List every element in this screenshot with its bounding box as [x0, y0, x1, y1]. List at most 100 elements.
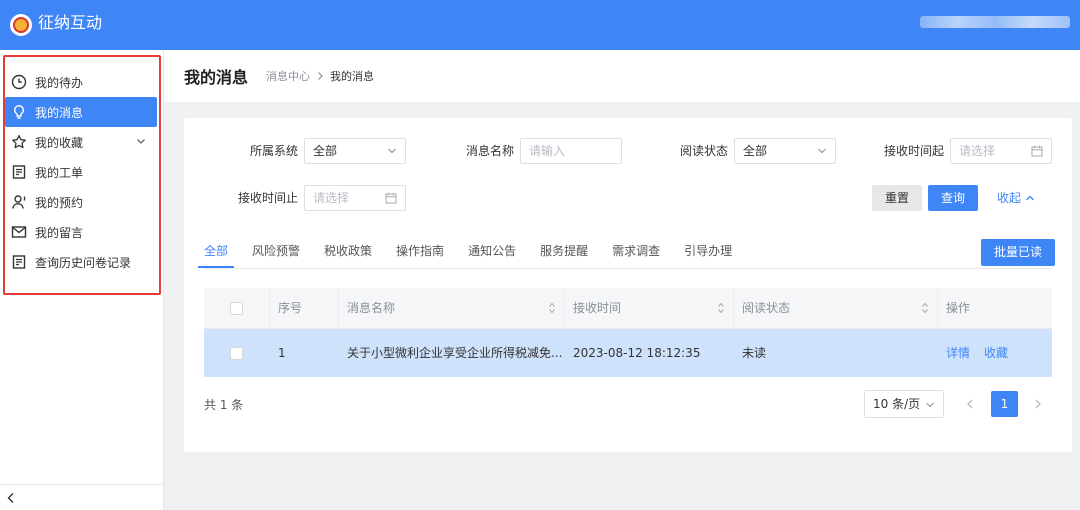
- col-time[interactable]: 接收时间: [565, 288, 734, 329]
- tab-all[interactable]: 全部: [197, 240, 235, 268]
- row-receive-time: 2023-08-12 18:12:35: [573, 346, 701, 360]
- breadcrumb-parent[interactable]: 消息中心: [266, 68, 310, 84]
- read-status-filter-label: 阅读状态: [679, 144, 728, 158]
- detail-link[interactable]: 详情: [946, 346, 970, 360]
- breadcrumb: 消息中心 我的消息: [266, 68, 374, 84]
- col-actions: 操作: [946, 301, 971, 315]
- sidebar-item-label: 我的预约: [35, 195, 84, 210]
- recv-start-placeholder: 请选择: [959, 144, 996, 158]
- table-row[interactable]: 1 关于小型微利企业享受企业所得税减免... 2023-08-12 18:12:…: [204, 329, 1052, 377]
- row-index: 1: [278, 346, 286, 360]
- col-name-label: 消息名称: [347, 301, 396, 315]
- sidebar-item-label: 我的待办: [35, 75, 84, 90]
- lightbulb-icon: [11, 104, 27, 120]
- sidebar-item-messages[interactable]: 我的消息: [5, 97, 157, 127]
- row-message-name: 关于小型微利企业享受企业所得税减免...: [347, 346, 563, 360]
- collapse-filters-button[interactable]: 收起: [990, 185, 1042, 211]
- user-info-redacted[interactable]: [920, 16, 1070, 28]
- col-status[interactable]: 阅读状态: [734, 288, 938, 329]
- col-status-label: 阅读状态: [742, 301, 791, 315]
- page-header: 我的消息 消息中心 我的消息: [164, 50, 1080, 102]
- select-all-checkbox[interactable]: [230, 302, 243, 315]
- document-icon: [11, 254, 27, 270]
- sidebar-item-label: 我的留言: [35, 225, 84, 240]
- read-status-select[interactable]: 全部: [734, 138, 836, 164]
- collapse-label: 收起: [996, 191, 1021, 205]
- sidebar-item-tickets[interactable]: 我的工单: [5, 157, 157, 187]
- prev-page-icon[interactable]: [964, 392, 976, 416]
- sidebar-item-comments[interactable]: 我的留言: [5, 217, 157, 247]
- sidebar-menu: 我的待办 我的消息 我的收藏 我的工单 我的预约 我的留言 查询历史问卷记录: [5, 67, 157, 277]
- chevron-down-icon: [818, 148, 826, 154]
- tabs-divider: [204, 268, 1052, 269]
- recv-end-date-picker[interactable]: 请选择: [304, 185, 406, 211]
- name-input[interactable]: 请输入: [520, 138, 622, 164]
- mail-icon: [11, 224, 27, 240]
- row-checkbox[interactable]: [230, 347, 243, 360]
- page-size-select[interactable]: 10 条/页: [864, 390, 944, 418]
- chevron-down-icon: [388, 148, 396, 154]
- category-tabs: 全部 风险预警 税收政策 操作指南 通知公告 服务提醒 需求调查 引导办理: [197, 240, 756, 268]
- col-name[interactable]: 消息名称: [339, 288, 565, 329]
- sidebar-item-todo[interactable]: 我的待办: [5, 67, 157, 97]
- system-select-value: 全部: [313, 144, 338, 158]
- chevron-left-icon[interactable]: [6, 492, 16, 504]
- sidebar-item-label: 查询历史问卷记录: [35, 255, 132, 270]
- tab-service-reminder[interactable]: 服务提醒: [540, 240, 588, 268]
- recv-end-placeholder: 请选择: [313, 191, 350, 205]
- calendar-icon: [1031, 145, 1043, 157]
- page-size-value: 10 条/页: [873, 397, 921, 411]
- total-count: 共 1 条: [204, 398, 244, 412]
- read-status-select-value: 全部: [743, 144, 768, 158]
- app-title: 征纳互动: [38, 13, 103, 32]
- chevron-up-icon: [1026, 195, 1034, 201]
- recv-start-label: 接收时间起: [883, 144, 944, 158]
- row-actions: 详情 收藏: [938, 329, 1052, 377]
- sort-icon[interactable]: [921, 301, 929, 315]
- clock-icon: [11, 74, 27, 90]
- sidebar-item-favorites[interactable]: 我的收藏: [5, 127, 157, 157]
- calendar-icon: [385, 192, 397, 204]
- page-number-current[interactable]: 1: [991, 391, 1018, 417]
- tab-guide[interactable]: 操作指南: [396, 240, 444, 268]
- sort-icon[interactable]: [717, 301, 725, 315]
- sidebar-item-survey-history[interactable]: 查询历史问卷记录: [5, 247, 157, 277]
- favorite-link[interactable]: 收藏: [984, 346, 1008, 360]
- top-header: 征纳互动: [0, 0, 1080, 50]
- tab-notice[interactable]: 通知公告: [468, 240, 516, 268]
- name-filter-label: 消息名称: [465, 144, 514, 158]
- next-page-icon[interactable]: [1032, 392, 1044, 416]
- recv-end-label: 接收时间止: [237, 191, 298, 205]
- chevron-down-icon: [926, 402, 934, 408]
- recv-start-date-picker[interactable]: 请选择: [950, 138, 1052, 164]
- col-time-label: 接收时间: [573, 301, 622, 315]
- tab-guided-processing[interactable]: 引导办理: [684, 240, 732, 268]
- document-icon: [11, 164, 27, 180]
- batch-read-button[interactable]: 批量已读: [981, 239, 1055, 266]
- message-list-card: 所属系统 全部 消息名称 请输入 阅读状态 全部 接收时间起 请选择 接收时间止…: [184, 118, 1072, 452]
- sidebar-item-appointments[interactable]: 我的预约: [5, 187, 157, 217]
- system-select[interactable]: 全部: [304, 138, 406, 164]
- tab-tax-policy[interactable]: 税收政策: [324, 240, 372, 268]
- sidebar-item-label: 我的消息: [35, 105, 84, 120]
- col-index: 序号: [270, 288, 339, 329]
- breadcrumb-current: 我的消息: [330, 70, 375, 83]
- table-header: 序号 消息名称 接收时间 阅读状态 操作: [204, 288, 1052, 329]
- tax-emblem-icon: [10, 14, 32, 36]
- tab-survey[interactable]: 需求调查: [612, 240, 660, 268]
- sidebar-footer: [0, 484, 163, 510]
- chevron-right-icon: [318, 72, 323, 80]
- sidebar-item-label: 我的收藏: [35, 135, 84, 150]
- sidebar-item-label: 我的工单: [35, 165, 84, 180]
- select-all-cell: [204, 288, 270, 329]
- tab-risk-warning[interactable]: 风险预警: [252, 240, 300, 268]
- system-filter-label: 所属系统: [249, 144, 298, 158]
- name-input-placeholder: 请输入: [529, 144, 566, 158]
- reset-button[interactable]: 重置: [872, 185, 922, 211]
- page-title: 我的消息: [184, 68, 249, 87]
- sidebar: 我的待办 我的消息 我的收藏 我的工单 我的预约 我的留言 查询历史问卷记录: [0, 50, 164, 510]
- query-button[interactable]: 查询: [928, 185, 978, 211]
- row-read-status: 未读: [742, 346, 767, 360]
- sort-icon[interactable]: [548, 301, 556, 315]
- message-table: 序号 消息名称 接收时间 阅读状态 操作 1 关于小型微利企业享受企业所得税减免…: [204, 288, 1052, 377]
